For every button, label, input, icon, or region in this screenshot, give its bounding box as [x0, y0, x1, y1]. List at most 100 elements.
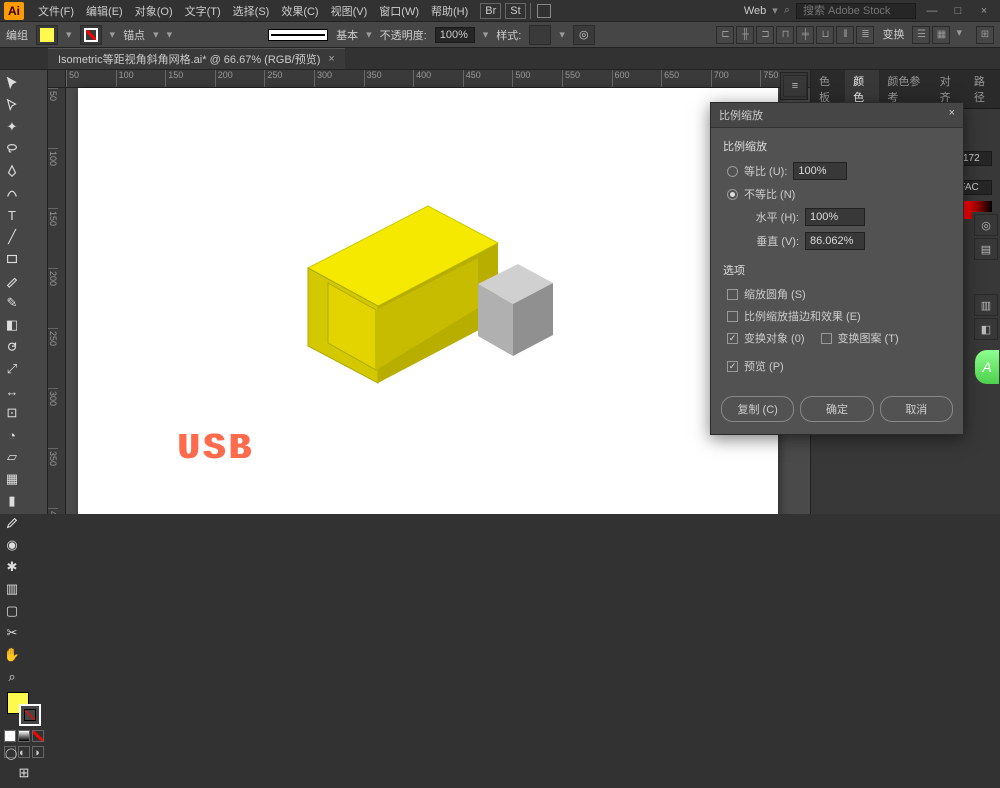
screen-mode-tool[interactable]: ⊞ — [12, 762, 36, 784]
scale-tool[interactable]: ⤢ — [0, 358, 24, 380]
eraser-tool[interactable]: ◧ — [0, 314, 24, 336]
cancel-button[interactable]: 取消 — [880, 396, 953, 422]
slice-tool[interactable]: ✂ — [0, 622, 24, 644]
line-tool[interactable]: ╱ — [0, 226, 24, 248]
uniform-field[interactable] — [793, 162, 847, 180]
menu-edit[interactable]: 编辑(E) — [80, 3, 129, 19]
uniform-label: 等比 (U): — [744, 163, 787, 179]
transform-label[interactable]: 变换 — [882, 26, 904, 44]
stroke-preview[interactable] — [268, 29, 328, 41]
align-hcenter[interactable]: ╫ — [736, 26, 754, 44]
menu-view[interactable]: 视图(V) — [325, 3, 374, 19]
ok-button[interactable]: 确定 — [800, 396, 873, 422]
free-transform-tool[interactable]: ⊡ — [0, 402, 24, 424]
cloud-icon[interactable] — [537, 4, 551, 18]
properties-dock-icon[interactable]: ◧ — [974, 318, 998, 340]
libraries-dock-icon[interactable]: ▥ — [974, 294, 998, 316]
corners-checkbox[interactable] — [727, 289, 738, 300]
isolate-icon[interactable]: ☰ — [912, 26, 930, 44]
brush-tool[interactable] — [0, 270, 24, 292]
pen-tool[interactable] — [0, 160, 24, 182]
style-swatch[interactable] — [529, 25, 551, 45]
gradient-tool[interactable]: ▮ — [0, 490, 24, 512]
assistant-fab[interactable]: A — [975, 350, 999, 384]
dialog-close-icon[interactable]: × — [949, 107, 955, 123]
graph-tool[interactable]: ▥ — [0, 578, 24, 600]
artboard-tool[interactable]: ▢ — [0, 600, 24, 622]
arrange-icon[interactable]: ▦ — [932, 26, 950, 44]
hand-tool[interactable]: ✋ — [0, 644, 24, 666]
fill-swatch[interactable] — [36, 25, 58, 45]
menu-effect[interactable]: 效果(C) — [275, 3, 324, 19]
type-tool[interactable]: T — [0, 204, 24, 226]
close-button[interactable]: × — [974, 5, 994, 17]
opacity-field[interactable]: 100% — [435, 27, 475, 43]
draw-mode-icons[interactable]: ◯◐◑ — [4, 746, 44, 758]
ruler-origin[interactable] — [48, 70, 66, 88]
strokes-checkbox[interactable] — [727, 311, 738, 322]
tab-close[interactable]: × — [328, 53, 334, 65]
menu-type[interactable]: 文字(T) — [179, 3, 227, 19]
horizontal-ruler[interactable]: 5010015020025030035040045050055060065070… — [66, 70, 810, 88]
align-top[interactable]: ⊓ — [776, 26, 794, 44]
zoom-tool[interactable]: ⌕ — [0, 666, 24, 688]
canvas-area[interactable]: 5010015020025030035040045050055060065070… — [48, 70, 810, 514]
shape-builder-tool[interactable]: ◔ — [0, 424, 24, 446]
direct-selection-tool[interactable] — [0, 94, 24, 116]
align-bottom[interactable]: ⊔ — [816, 26, 834, 44]
copy-button[interactable]: 复制 (C) — [721, 396, 794, 422]
artboard[interactable]: USB — [78, 88, 778, 514]
menu-object[interactable]: 对象(O) — [129, 3, 179, 19]
menu-file[interactable]: 文件(F) — [32, 3, 80, 19]
vertical-field[interactable] — [805, 232, 865, 250]
selection-tool[interactable] — [0, 72, 24, 94]
align-left[interactable]: ⊏ — [716, 26, 734, 44]
selection-label: 编组 — [6, 27, 28, 43]
lasso-tool[interactable] — [0, 138, 24, 160]
search-input[interactable] — [796, 3, 916, 19]
layers-dock-icon[interactable]: ▤ — [974, 238, 998, 260]
minimize-button[interactable]: — — [922, 5, 942, 17]
menu-window[interactable]: 窗口(W) — [373, 3, 425, 19]
document-tabs: Isometric等距视角斜角网格.ai* @ 66.67% (RGB/预览) … — [0, 48, 1000, 70]
shaper-tool[interactable]: ✎ — [0, 292, 24, 314]
width-tool[interactable]: ↔ — [0, 380, 24, 402]
vertical-ruler[interactable]: 5010015020025030035040045050055060065070… — [48, 88, 66, 514]
bridge-button[interactable]: Br — [480, 3, 501, 19]
fill-stroke-swatches[interactable] — [7, 692, 41, 726]
eyedropper-tool[interactable] — [0, 512, 24, 534]
magic-wand-tool[interactable]: ✦ — [0, 116, 24, 138]
distribute-h[interactable]: ⫴ — [836, 26, 854, 44]
usb-text[interactable]: USB — [178, 428, 255, 469]
align-icon[interactable]: ◎ — [573, 25, 595, 45]
color-mode-swatches[interactable] — [4, 730, 44, 742]
maximize-button[interactable]: □ — [948, 5, 968, 17]
usb-artwork[interactable] — [268, 188, 568, 408]
rectangle-tool[interactable] — [0, 248, 24, 270]
rotate-tool[interactable] — [0, 336, 24, 358]
nonuniform-radio[interactable] — [727, 189, 738, 200]
screen-mode[interactable]: ⊞ — [976, 26, 994, 44]
blend-tool[interactable]: ◉ — [0, 534, 24, 556]
appearance-dock-icon[interactable]: ◎ — [974, 214, 998, 236]
panel-tab-pathfinder[interactable]: 路径 — [966, 70, 1000, 108]
workspace-switcher[interactable]: Web — [744, 5, 766, 17]
curvature-tool[interactable] — [0, 182, 24, 204]
app-logo: Ai — [4, 2, 24, 20]
menu-help[interactable]: 帮助(H) — [425, 3, 474, 19]
distribute-v[interactable]: ≣ — [856, 26, 874, 44]
mesh-tool[interactable]: ▦ — [0, 468, 24, 490]
horizontal-field[interactable] — [805, 208, 865, 226]
stock-button[interactable]: St — [505, 3, 525, 19]
document-tab[interactable]: Isometric等距视角斜角网格.ai* @ 66.67% (RGB/预览) … — [48, 48, 345, 69]
stroke-swatch[interactable] — [80, 25, 102, 45]
menu-select[interactable]: 选择(S) — [227, 3, 276, 19]
symbol-sprayer-tool[interactable]: ✱ — [0, 556, 24, 578]
nonuniform-label: 不等比 (N) — [744, 186, 795, 202]
perspective-tool[interactable]: ▱ — [0, 446, 24, 468]
align-vcenter[interactable]: ╪ — [796, 26, 814, 44]
align-right[interactable]: ⊐ — [756, 26, 774, 44]
uniform-radio[interactable] — [727, 166, 738, 177]
preview-checkbox[interactable] — [727, 361, 738, 372]
dock-collapse-icon[interactable]: ≡ — [783, 75, 807, 97]
